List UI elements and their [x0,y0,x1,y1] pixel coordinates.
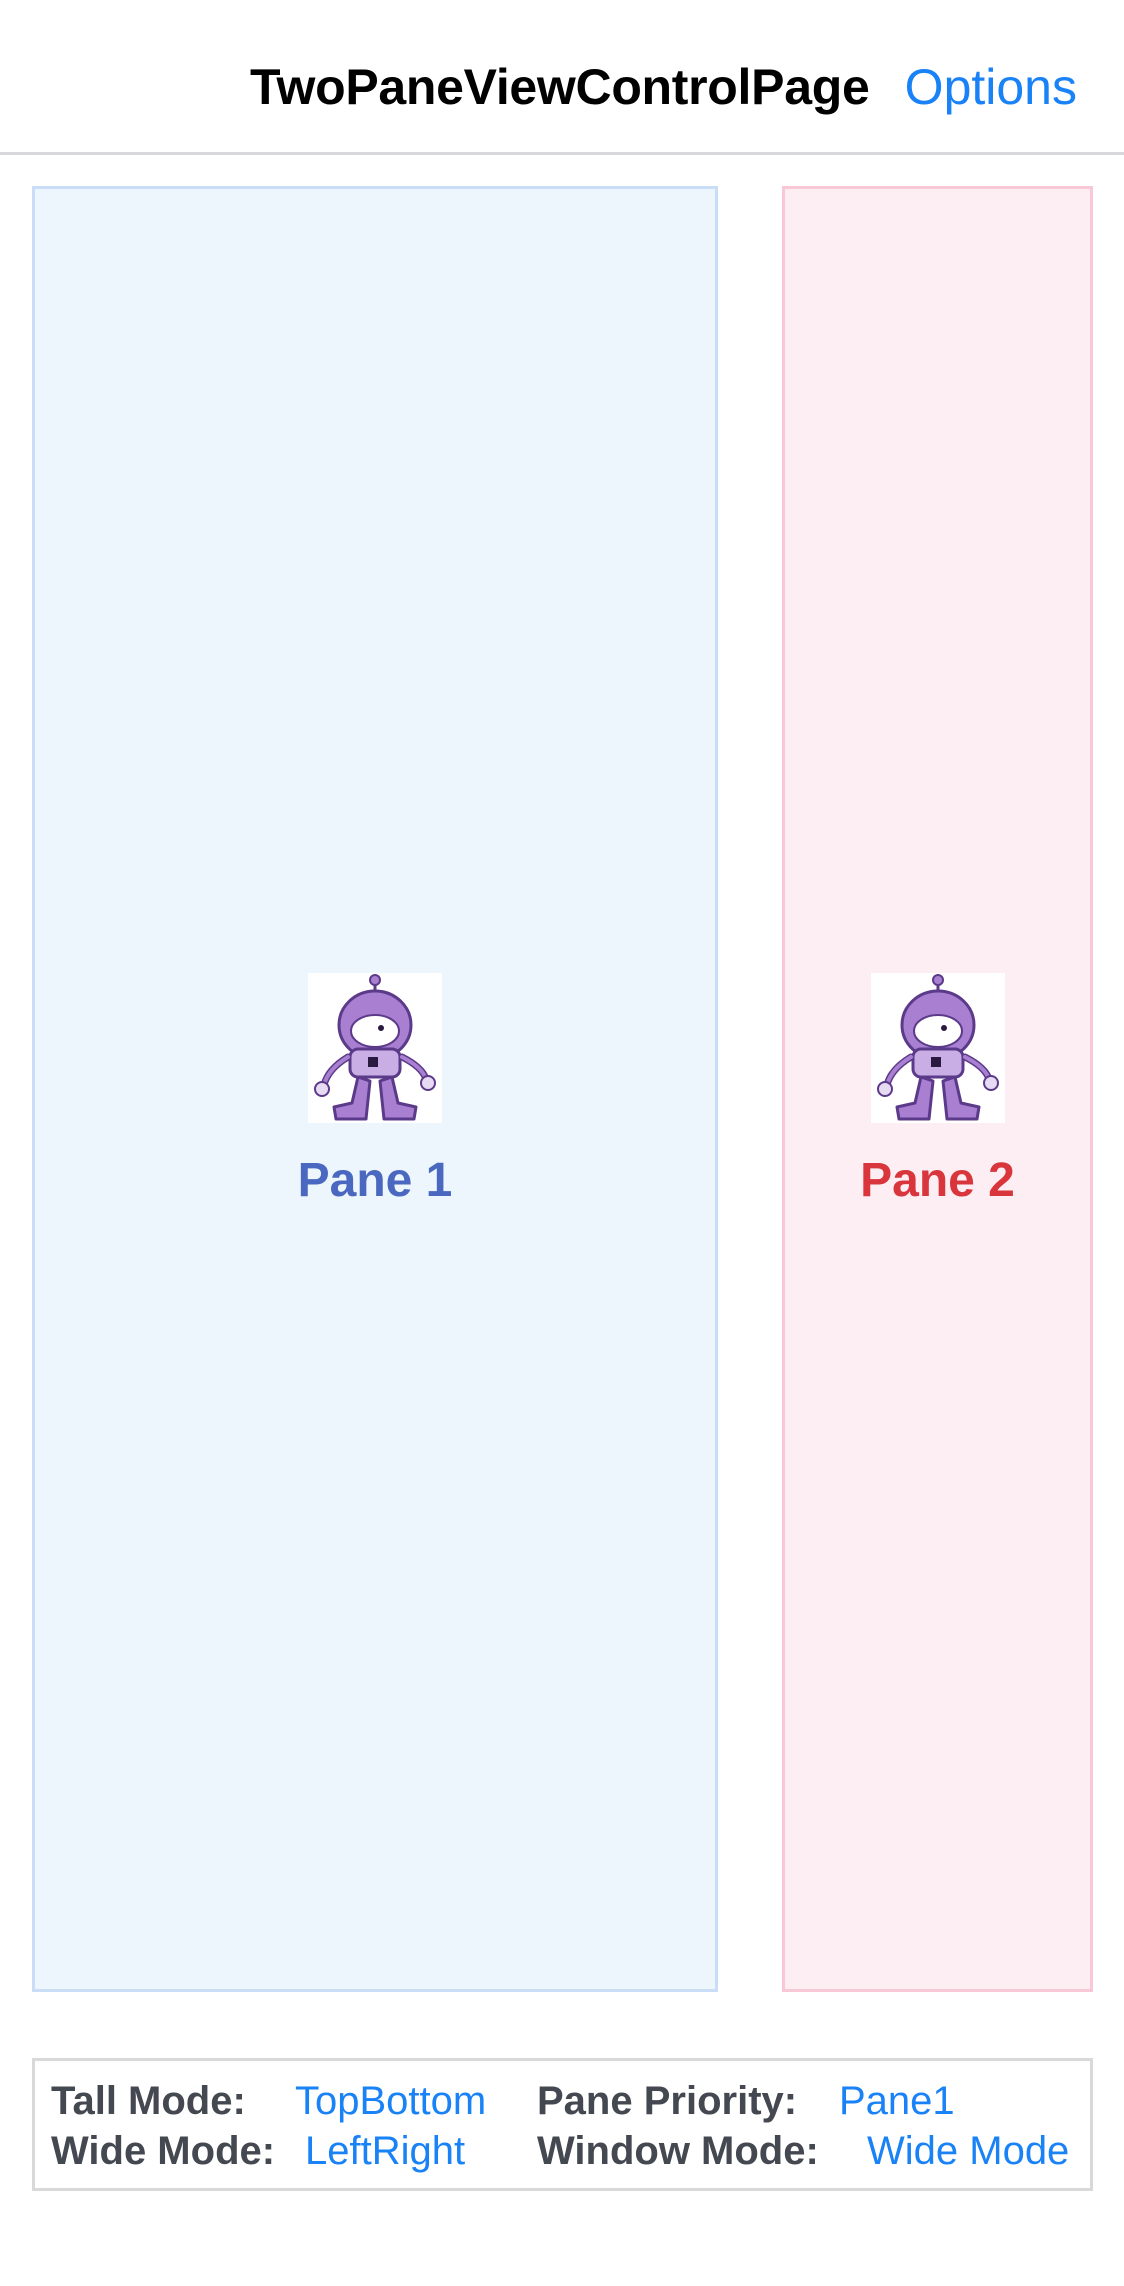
pane-2: Pane 2 [782,186,1093,1992]
pane-2-label: Pane 2 [860,1154,1015,1207]
dotnet-bot-icon [308,973,442,1123]
navigation-bar: TwoPaneViewControlPage Options [0,0,1124,155]
window-mode-value[interactable]: Wide Mode [867,2129,1069,2174]
pane-2-content: Pane 2 [785,973,1090,1208]
pane-priority-value[interactable]: Pane1 [839,2079,955,2124]
dotnet-bot-icon [870,973,1005,1123]
pane-1-content: Pane 1 [35,973,715,1208]
wide-mode-value[interactable]: LeftRight [305,2129,465,2174]
status-panel: Tall Mode: TopBottom Pane Priority: Pane… [32,2058,1093,2191]
tall-mode-label: Tall Mode: [51,2079,246,2123]
window-mode-label: Window Mode: [537,2129,819,2173]
page-title: TwoPaneViewControlPage [250,59,870,115]
pane-1-label: Pane 1 [297,1154,453,1207]
pane-priority-label: Pane Priority: [537,2079,798,2123]
pane-1: Pane 1 [32,186,718,1992]
options-button[interactable]: Options [905,58,1077,116]
wide-mode-label: Wide Mode: [51,2129,276,2173]
tall-mode-value[interactable]: TopBottom [295,2079,486,2124]
